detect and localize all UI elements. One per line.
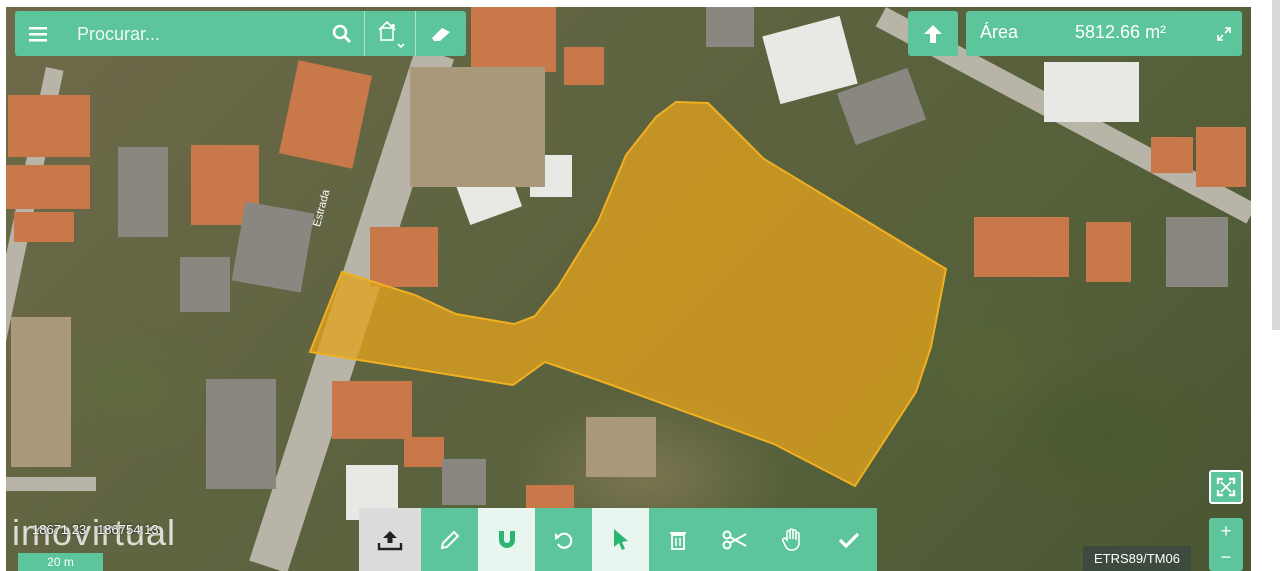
page-scrollbar[interactable] <box>1272 0 1280 330</box>
pencil-icon <box>440 530 459 549</box>
pan-button[interactable] <box>763 508 820 571</box>
coordinate-x: 18671.23 <box>32 522 87 537</box>
crs-label: ETRS89/TM06 <box>1083 546 1191 571</box>
search-input[interactable] <box>75 11 329 58</box>
basemap-icon <box>378 20 405 48</box>
delete-button[interactable] <box>649 508 706 571</box>
fullscreen-icon <box>1216 477 1236 497</box>
hand-icon <box>781 527 800 551</box>
zoom-in-button[interactable]: + <box>1209 518 1243 544</box>
cut-button[interactable] <box>706 508 763 571</box>
arrow-up-icon <box>924 24 942 43</box>
edit-toolbar <box>359 508 877 571</box>
coordinate-y: 186754.13 <box>97 522 159 537</box>
eraser-button[interactable] <box>416 11 466 56</box>
satellite-map[interactable]: Estrada <box>6 7 1251 571</box>
magnet-icon <box>498 530 515 548</box>
parcel-polygon[interactable] <box>6 7 1251 571</box>
snap-button[interactable] <box>478 508 535 571</box>
trash-icon <box>669 531 686 550</box>
upload-icon <box>377 530 403 550</box>
cursor-icon <box>613 528 628 550</box>
expand-button[interactable] <box>1206 11 1242 56</box>
menu-button[interactable] <box>15 11 61 56</box>
undo-button[interactable] <box>535 508 592 571</box>
eraser-icon <box>432 27 450 41</box>
fullscreen-button[interactable] <box>1209 470 1243 504</box>
expand-icon <box>1217 26 1231 41</box>
search-icon <box>332 24 352 43</box>
menu-icon <box>29 26 47 41</box>
edit-button[interactable] <box>421 508 478 571</box>
upload-button[interactable] <box>359 508 421 571</box>
zoom-out-button[interactable]: − <box>1209 544 1243 570</box>
area-label: Área <box>980 22 1019 42</box>
check-icon <box>838 532 859 548</box>
scale-bar: 20 m <box>18 553 103 571</box>
zoom-control: + − <box>1209 518 1243 571</box>
divider <box>364 11 365 56</box>
select-button[interactable] <box>592 508 649 571</box>
upload-arrow-button[interactable] <box>908 11 958 56</box>
basemap-button[interactable] <box>366 11 414 56</box>
coordinate-readout: 18671.23 186754.13 <box>32 522 159 537</box>
scissors-icon <box>722 530 746 549</box>
confirm-button[interactable] <box>820 508 877 571</box>
undo-icon <box>554 532 572 549</box>
area-panel: Área 5812.66 m² <box>966 11 1242 56</box>
search-button[interactable] <box>322 11 362 56</box>
area-value: 5812.66 m² <box>1075 22 1167 42</box>
